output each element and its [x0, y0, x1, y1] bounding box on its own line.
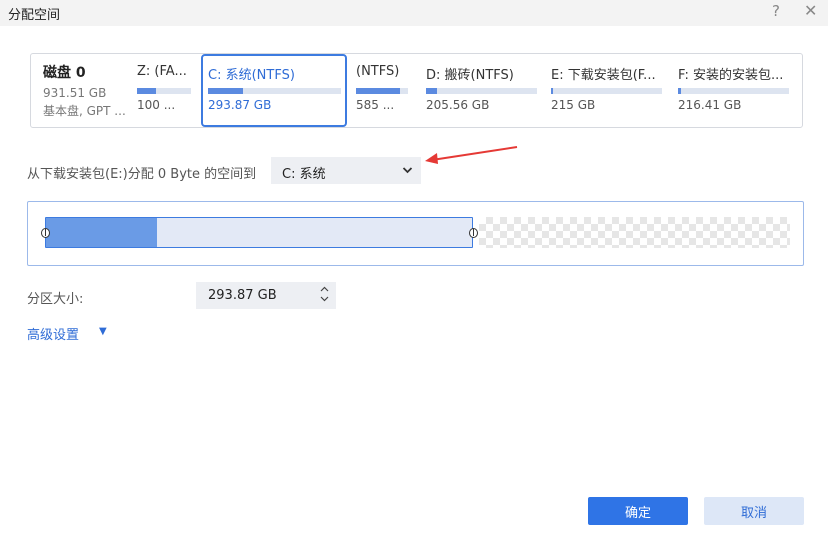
- chevron-down-icon: [402, 162, 413, 181]
- partition-usage-bar: [356, 88, 408, 94]
- right-resize-handle[interactable]: [469, 228, 478, 238]
- disk-map: 磁盘 0 931.51 GB 基本盘, GPT ... Z: (FA... 10…: [30, 53, 803, 128]
- partition-size: 205.56 GB: [426, 98, 490, 112]
- window-title: 分配空间: [8, 8, 61, 23]
- caret-down-icon[interactable]: ▼: [99, 326, 107, 337]
- partition-name: D: 搬砖(NTFS): [426, 68, 514, 83]
- cancel-button[interactable]: 取消: [704, 497, 804, 525]
- disk-name: 磁盘 0: [43, 65, 86, 81]
- partition-size: 216.41 GB: [678, 98, 742, 112]
- ok-button[interactable]: 确定: [588, 497, 688, 525]
- partition-name: C: 系统(NTFS): [208, 68, 295, 83]
- target-partition-dropdown[interactable]: C: 系统: [271, 157, 421, 184]
- partition-usage-bar: [551, 88, 662, 94]
- partition-name: (NTFS): [356, 64, 400, 79]
- partition-size: 100 ...: [137, 98, 176, 112]
- partition-used-space: [46, 218, 157, 247]
- spin-up-icon[interactable]: [320, 286, 329, 295]
- annotation-arrow-icon: [425, 146, 518, 164]
- unallocated-space: [479, 217, 790, 248]
- partition-z[interactable]: Z: (FA... 100 ...: [137, 54, 193, 127]
- partition-name: F: 安装的安装包...: [678, 68, 784, 83]
- allocate-label: 从下载安装包(E:)分配 0 Byte 的空间到: [27, 167, 257, 182]
- partition-name: Z: (FA...: [137, 64, 187, 79]
- dropdown-value: C: 系统: [282, 167, 326, 182]
- disk-info: 磁盘 0 931.51 GB 基本盘, GPT ...: [43, 60, 128, 119]
- partition-size: 293.87 GB: [208, 98, 272, 112]
- partition-usage-bar: [678, 88, 789, 94]
- partition-name: E: 下载安装包(F...: [551, 68, 656, 83]
- partition-ntfs[interactable]: (NTFS) 585 ...: [356, 54, 411, 127]
- partition-size: 585 ...: [356, 98, 395, 112]
- partition-resize-area: [27, 201, 804, 266]
- partition-e[interactable]: E: 下载安装包(F... 215 GB: [551, 54, 666, 127]
- partition-usage-bar: [208, 88, 341, 94]
- partition-f[interactable]: F: 安装的安装包... 216.41 GB: [678, 54, 793, 127]
- partition-d[interactable]: D: 搬砖(NTFS) 205.56 GB: [426, 54, 541, 127]
- left-resize-handle[interactable]: [41, 228, 50, 238]
- partition-size-stepper[interactable]: 293.87 GB: [196, 282, 336, 309]
- partition-usage-bar: [137, 88, 191, 94]
- disk-size: 931.51 GB: [43, 86, 107, 100]
- partition-c-selected[interactable]: C: 系统(NTFS) 293.87 GB: [201, 54, 347, 127]
- title-bar: 分配空间 ? ✕: [0, 0, 828, 26]
- disk-type: 基本盘, GPT ...: [43, 104, 126, 118]
- partition-usage-bar: [426, 88, 537, 94]
- help-icon[interactable]: ?: [772, 2, 780, 20]
- partition-size-label: 分区大小:: [27, 292, 84, 307]
- partition-size-value: 293.87 GB: [208, 288, 277, 303]
- advanced-settings-link[interactable]: 高级设置: [27, 324, 79, 343]
- partition-resize-bar[interactable]: [45, 217, 473, 248]
- close-icon[interactable]: ✕: [804, 1, 817, 20]
- spin-down-icon[interactable]: [320, 296, 329, 305]
- partition-size: 215 GB: [551, 98, 596, 112]
